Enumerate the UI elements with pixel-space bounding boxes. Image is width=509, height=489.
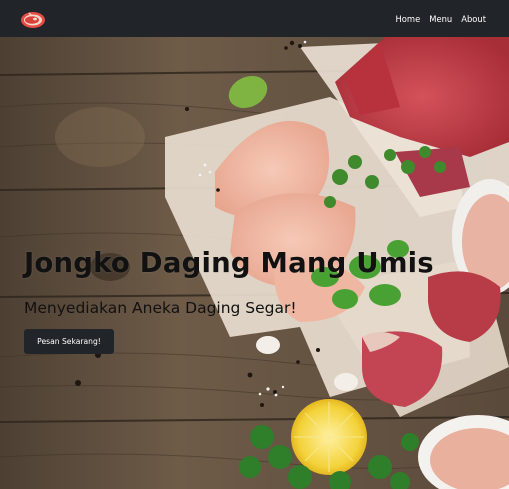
meat-steak-icon [21, 12, 45, 28]
order-now-button[interactable]: Pesan Sekarang! [24, 329, 114, 354]
brand-logo[interactable] [20, 9, 46, 29]
hero-subtitle: Menyediakan Aneka Daging Segar! [24, 299, 297, 317]
nav-link-home[interactable]: Home [396, 14, 421, 24]
nav-link-menu[interactable]: Menu [429, 14, 452, 24]
nav-link-about[interactable]: About [461, 14, 486, 24]
navbar: Home Menu About [0, 0, 509, 37]
hero-section: Jongko Daging Mang Umis Menyediakan Anek… [0, 37, 509, 489]
nav-links: Home Menu About [396, 0, 487, 37]
hero-title: Jongko Daging Mang Umis [24, 247, 434, 279]
